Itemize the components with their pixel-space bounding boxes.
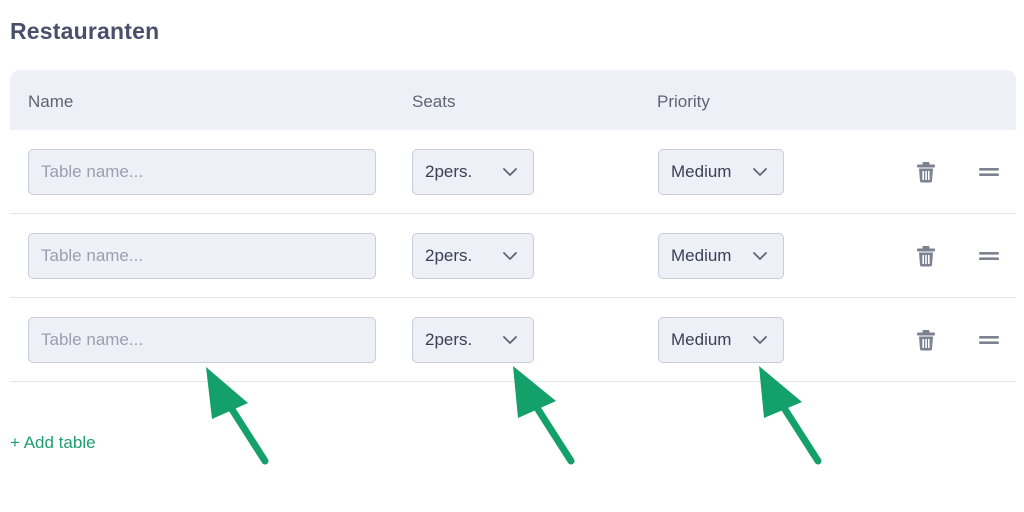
arrow-up-left-icon [759, 366, 822, 465]
annotation-arrows [206, 366, 822, 465]
arrow-up-left-icon [206, 367, 269, 465]
arrow-up-left-icon [513, 366, 575, 465]
